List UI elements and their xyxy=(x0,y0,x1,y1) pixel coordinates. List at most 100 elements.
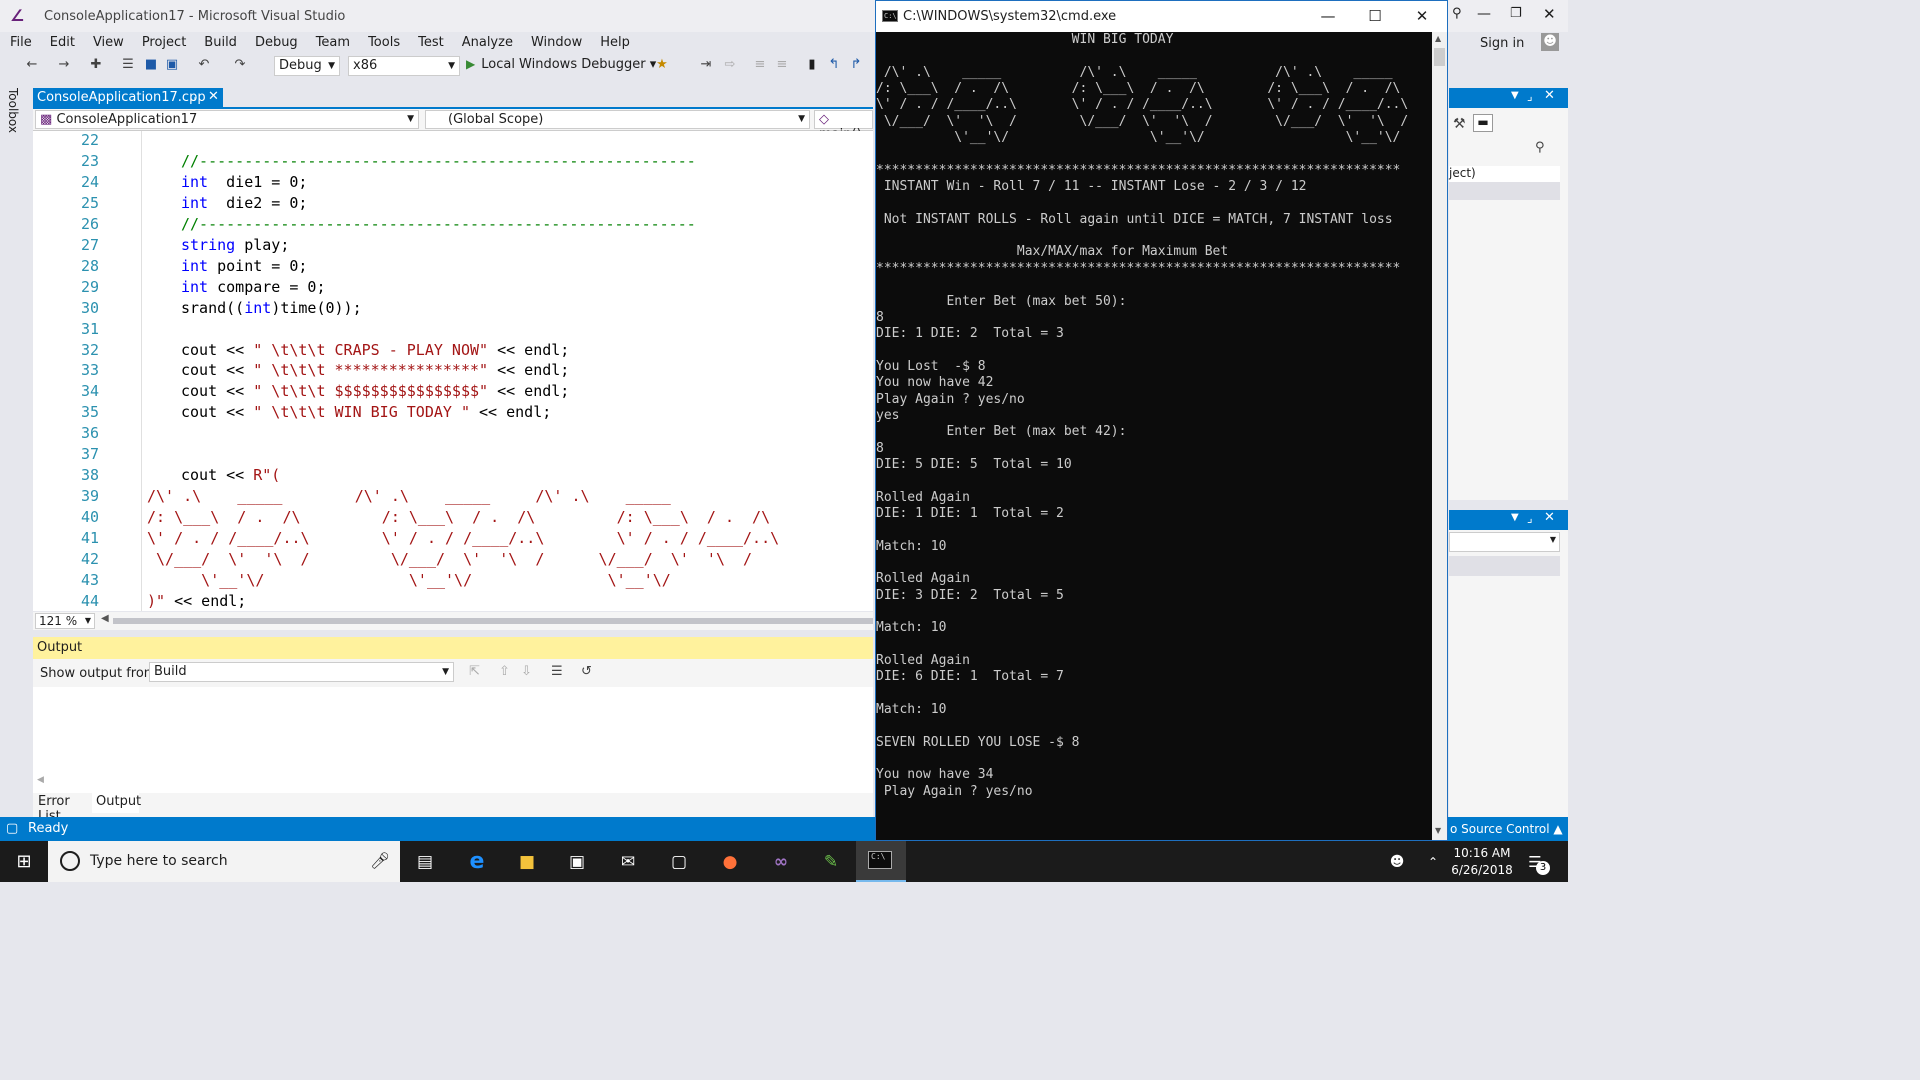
code-line[interactable]: /\' .\ _____ /\' .\ _____ /\' .\ _____ xyxy=(147,487,671,505)
scrollbar-thumb[interactable] xyxy=(1434,48,1445,66)
code-line[interactable]: //--------------------------------------… xyxy=(181,152,696,170)
mail-icon[interactable]: ✉ xyxy=(615,849,641,875)
output-source-select[interactable]: Build ▼ xyxy=(149,662,454,682)
windows-start-icon[interactable]: ⊞ xyxy=(0,841,48,882)
open-file-icon[interactable]: ☰ xyxy=(120,57,136,73)
code-line[interactable]: //--------------------------------------… xyxy=(181,215,696,233)
solution-explorer-selected-row[interactable] xyxy=(1449,182,1560,200)
new-project-icon[interactable]: ✚ xyxy=(88,57,104,73)
navigate-forward-icon[interactable]: → xyxy=(56,57,72,73)
close-icon[interactable]: ✕ xyxy=(1543,5,1556,23)
code-line[interactable]: \'__'\/ \'__'\/ \'__'\/ xyxy=(147,571,671,589)
people-icon[interactable]: ☻ xyxy=(1384,849,1410,875)
menu-help[interactable]: Help xyxy=(590,32,638,50)
code-line[interactable]: \/___/ \' '\ / \/___/ \' '\ / \/___/ \' … xyxy=(147,550,752,568)
cmd-taskbar-button[interactable]: C:\ xyxy=(856,841,906,882)
clear-all-icon[interactable]: ☰ xyxy=(551,664,563,679)
scroll-left-icon[interactable]: ◀ xyxy=(101,613,109,624)
chevron-down-icon[interactable]: ▼ xyxy=(1511,90,1519,101)
horizontal-scrollbar[interactable] xyxy=(113,618,873,624)
edge-browser-icon[interactable]: e xyxy=(464,849,490,875)
menu-file[interactable]: File xyxy=(0,32,40,50)
clock-time[interactable]: 10:16 AM xyxy=(1452,846,1512,860)
document-tab[interactable]: ConsoleApplication17.cpp ⌟ ✕ xyxy=(33,88,223,108)
menu-project[interactable]: Project xyxy=(132,32,194,50)
next-message-icon[interactable]: ⇩ xyxy=(521,664,532,679)
menu-debug[interactable]: Debug xyxy=(245,32,306,50)
minimize-icon[interactable]: — xyxy=(1306,4,1350,28)
maximize-icon[interactable]: ☐ xyxy=(1353,4,1397,28)
member-select[interactable]: ◇ main() xyxy=(814,110,873,142)
scope-select[interactable]: (Global Scope) ▼ xyxy=(425,110,810,129)
code-line[interactable]: string play; xyxy=(181,236,289,254)
undo-icon[interactable]: ↶ xyxy=(196,57,212,73)
taskbar-search-box[interactable]: Type here to search 🎤︎ xyxy=(48,841,400,882)
scroll-up-icon[interactable]: ▲ xyxy=(1435,34,1441,43)
chevron-down-icon[interactable]: ▼ xyxy=(1511,512,1519,523)
visual-studio-taskbar-icon[interactable]: ∞ xyxy=(768,849,794,875)
menu-team[interactable]: Team xyxy=(306,32,358,50)
properties-icon[interactable]: ⚒ xyxy=(1453,116,1466,132)
word-wrap-icon[interactable]: ↺ xyxy=(581,664,592,679)
cmd-titlebar[interactable]: C:\ C:\WINDOWS\system32\cmd.exe — ☐ ✕ xyxy=(876,1,1447,32)
show-hidden-icons-icon[interactable]: ⌃ xyxy=(1420,849,1446,875)
scroll-left-icon[interactable]: ◀ xyxy=(37,775,44,785)
code-line[interactable]: int compare = 0; xyxy=(181,278,326,296)
navigate-back-icon[interactable]: ← xyxy=(24,57,40,73)
account-avatar-icon[interactable]: ☻ xyxy=(1541,33,1559,51)
close-icon[interactable]: ✕ xyxy=(1400,4,1444,28)
code-line[interactable]: srand((int)time(0)); xyxy=(181,299,362,317)
minimize-icon[interactable]: — xyxy=(1477,6,1491,22)
solution-explorer-item[interactable]: ject) xyxy=(1449,166,1560,182)
toolbox-tab[interactable]: Toolbox xyxy=(6,88,20,133)
preview-selected-icon[interactable]: ▬ xyxy=(1473,114,1493,132)
code-line[interactable]: cout << " \t\t\t WIN BIG TODAY " << endl… xyxy=(181,403,551,421)
next-bookmark-icon[interactable]: ↱ xyxy=(848,57,864,73)
code-line[interactable]: )" << endl; xyxy=(147,592,246,610)
menu-test[interactable]: Test xyxy=(408,32,452,50)
pin-icon[interactable]: ⌟ xyxy=(1527,511,1533,525)
find-message-icon[interactable]: ⇱ xyxy=(469,664,480,679)
close-icon[interactable]: ✕ xyxy=(1544,88,1555,103)
project-select[interactable]: ▩ ConsoleApplication17 ▼ xyxy=(35,110,419,129)
menu-view[interactable]: View xyxy=(83,32,132,50)
menu-window[interactable]: Window xyxy=(521,32,590,50)
notepad-plus-icon[interactable]: ✎ xyxy=(818,849,844,875)
code-line[interactable]: cout << R"( xyxy=(181,466,280,484)
pin-icon[interactable]: ⌟ xyxy=(1527,89,1533,103)
output-text-area[interactable]: ◀ xyxy=(33,687,873,793)
vertical-scrollbar[interactable]: ▲ ▼ xyxy=(1432,32,1447,840)
step-icon[interactable]: ⇥ xyxy=(698,57,714,73)
store-icon[interactable]: ▣ xyxy=(564,849,590,875)
code-line[interactable]: int die1 = 0; xyxy=(181,173,307,191)
zoom-select[interactable]: 121 % ▼ xyxy=(35,613,95,629)
step-over-icon[interactable]: ⇨ xyxy=(722,57,738,73)
uncomment-lines-icon[interactable]: ≡ xyxy=(774,57,790,73)
task-view-icon[interactable]: ▤ xyxy=(412,849,438,875)
code-line[interactable]: cout << " \t\t\t $$$$$$$$$$$$$$$$" << en… xyxy=(181,382,569,400)
quick-launch-search-icon[interactable]: ⚲ xyxy=(1452,6,1462,21)
save-icon[interactable]: ■ xyxy=(143,57,159,73)
code-line[interactable]: cout << " \t\t\t CRAPS - PLAY NOW" << en… xyxy=(181,341,569,359)
previous-bookmark-icon[interactable]: ↰ xyxy=(826,57,842,73)
output-panel-header[interactable]: Output xyxy=(33,637,873,659)
clock-date[interactable]: 6/26/2018 xyxy=(1450,863,1514,877)
solution-platform-select[interactable]: x86 ▼ xyxy=(348,56,460,76)
console-output-area[interactable]: WIN BIG TODAY /\' .\ _____ /\' .\ _____ … xyxy=(876,32,1432,840)
search-icon[interactable]: ⚲ xyxy=(1535,140,1545,155)
microphone-icon[interactable]: 🎤︎ xyxy=(370,851,390,870)
browser-link-icon[interactable]: ★ xyxy=(654,57,670,73)
menu-analyze[interactable]: Analyze xyxy=(452,32,521,50)
code-line[interactable]: /: \___\ / . /\ /: \___\ / . /\ /: \___\… xyxy=(147,508,770,526)
bookmark-icon[interactable]: ▮ xyxy=(804,57,820,73)
previous-message-icon[interactable]: ⇧ xyxy=(499,664,510,679)
menu-tools[interactable]: Tools xyxy=(358,32,408,50)
pin-icon[interactable]: ⌟ xyxy=(191,90,196,103)
code-editor[interactable]: 22 23 24 25 26 27 28 29 30 31 32 33 34 35 36 37 38 39 40 41… xyxy=(33,131,873,611)
start-debugging-button[interactable]: ▶ Local Windows Debugger ▾ xyxy=(466,57,656,72)
comment-lines-icon[interactable]: ≡ xyxy=(752,57,768,73)
cmd-window[interactable]: C:\ C:\WINDOWS\system32\cmd.exe — ☐ ✕ WI… xyxy=(875,0,1448,841)
menu-edit[interactable]: Edit xyxy=(40,32,83,50)
menu-build[interactable]: Build xyxy=(194,32,245,50)
solution-configuration-select[interactable]: Debug ▼ xyxy=(274,56,340,76)
